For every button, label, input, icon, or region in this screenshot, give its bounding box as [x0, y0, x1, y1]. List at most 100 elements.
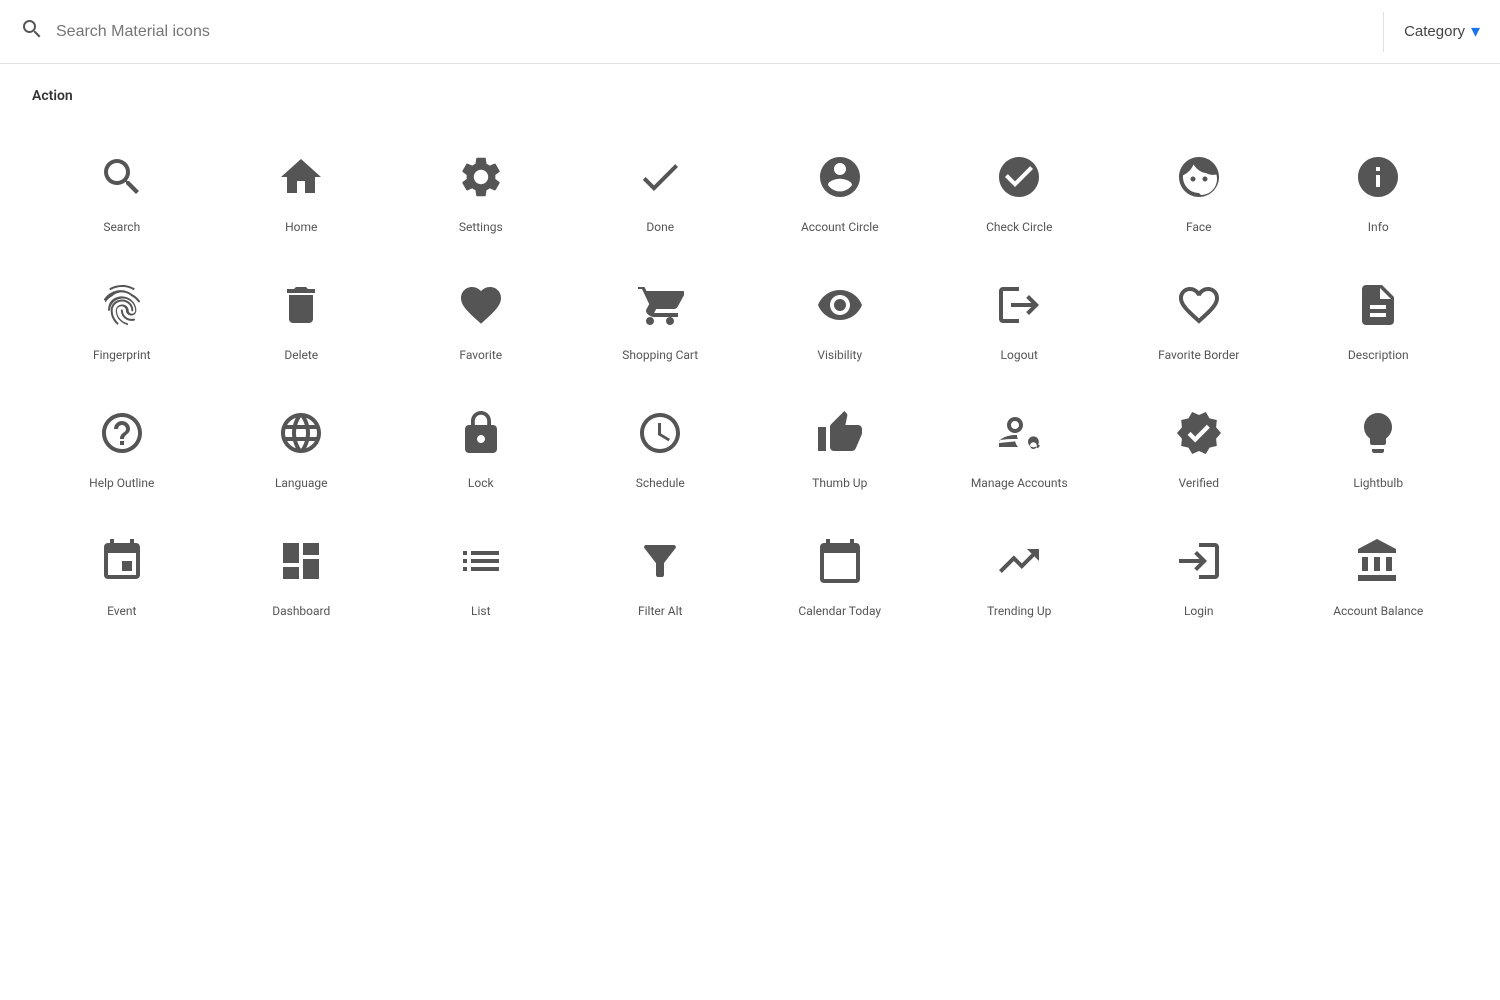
icon-item-logout[interactable]: Logout	[930, 256, 1110, 376]
icon-item-search[interactable]: Search	[32, 128, 212, 248]
icon-item-list[interactable]: List	[391, 512, 571, 632]
icon-label-calendar_today: Calendar Today	[798, 603, 881, 620]
icon-item-visibility[interactable]: Visibility	[750, 256, 930, 376]
icon-item-dashboard[interactable]: Dashboard	[212, 512, 392, 632]
icon-item-account_balance[interactable]: Account Balance	[1289, 512, 1469, 632]
done-icon	[636, 147, 684, 207]
icon-item-calendar_today[interactable]: Calendar Today	[750, 512, 930, 632]
thumb_up-icon	[816, 403, 864, 463]
icon-label-account_balance: Account Balance	[1333, 603, 1423, 620]
icon-item-thumb_up[interactable]: Thumb Up	[750, 384, 930, 504]
icon-label-trending_up: Trending Up	[987, 603, 1051, 620]
icon-label-info: Info	[1368, 219, 1389, 236]
trending_up-icon	[995, 531, 1043, 591]
icon-grid: Search Home Settings Done Account Circle Chec…	[32, 128, 1468, 632]
face-icon	[1175, 147, 1223, 207]
icon-item-delete[interactable]: Delete	[212, 256, 392, 376]
header-divider	[1383, 12, 1384, 52]
shopping_cart-icon	[636, 275, 684, 335]
icon-item-favorite_border[interactable]: Favorite Border	[1109, 256, 1289, 376]
icon-item-event[interactable]: Event	[32, 512, 212, 632]
icon-item-favorite[interactable]: Favorite	[391, 256, 571, 376]
icon-label-login: Login	[1184, 603, 1214, 620]
icon-item-manage_accounts[interactable]: Manage Accounts	[930, 384, 1110, 504]
icon-label-dashboard: Dashboard	[272, 603, 330, 620]
lock-icon	[457, 403, 505, 463]
icon-label-description: Description	[1348, 347, 1409, 364]
icon-item-help_outline[interactable]: Help Outline	[32, 384, 212, 504]
icon-label-lock: Lock	[468, 475, 494, 492]
icon-item-shopping_cart[interactable]: Shopping Cart	[571, 256, 751, 376]
delete-icon	[277, 275, 325, 335]
schedule-icon	[636, 403, 684, 463]
icon-item-description[interactable]: Description	[1289, 256, 1469, 376]
icon-item-login[interactable]: Login	[1109, 512, 1289, 632]
account_balance-icon	[1354, 531, 1402, 591]
calendar_today-icon	[816, 531, 864, 591]
icon-item-language[interactable]: Language	[212, 384, 392, 504]
dashboard-icon	[277, 531, 325, 591]
visibility-icon	[816, 275, 864, 335]
event-icon	[98, 531, 146, 591]
icon-item-done[interactable]: Done	[571, 128, 751, 248]
chevron-down-icon: ▾	[1471, 21, 1480, 42]
icon-label-verified: Verified	[1178, 475, 1219, 492]
icon-label-list: List	[471, 603, 491, 620]
icon-label-event: Event	[107, 603, 136, 620]
icon-label-settings: Settings	[459, 219, 503, 236]
list-icon	[457, 531, 505, 591]
section-title: Action	[32, 88, 1468, 104]
icon-label-help_outline: Help Outline	[89, 475, 154, 492]
icon-item-home[interactable]: Home	[212, 128, 392, 248]
login-icon	[1175, 531, 1223, 591]
icon-label-home: Home	[285, 219, 317, 236]
icon-item-check_circle[interactable]: Check Circle	[930, 128, 1110, 248]
icon-item-trending_up[interactable]: Trending Up	[930, 512, 1110, 632]
icon-label-face: Face	[1186, 219, 1212, 236]
manage_accounts-icon	[995, 403, 1043, 463]
icon-item-fingerprint[interactable]: Fingerprint	[32, 256, 212, 376]
logout-icon	[995, 275, 1043, 335]
icon-label-filter_alt: Filter Alt	[638, 603, 682, 620]
icon-item-info[interactable]: Info	[1289, 128, 1469, 248]
icon-label-logout: Logout	[1001, 347, 1038, 364]
icon-item-verified[interactable]: Verified	[1109, 384, 1289, 504]
icon-item-settings[interactable]: Settings	[391, 128, 571, 248]
icon-item-filter_alt[interactable]: Filter Alt	[571, 512, 751, 632]
icon-label-check_circle: Check Circle	[986, 219, 1052, 236]
icon-item-face[interactable]: Face	[1109, 128, 1289, 248]
icon-label-lightbulb: Lightbulb	[1353, 475, 1403, 492]
fingerprint-icon	[98, 275, 146, 335]
account_circle-icon	[816, 147, 864, 207]
search-icon	[98, 147, 146, 207]
check_circle-icon	[995, 147, 1043, 207]
icon-label-thumb_up: Thumb Up	[812, 475, 867, 492]
favorite-icon	[457, 275, 505, 335]
settings-icon	[457, 147, 505, 207]
description-icon	[1354, 275, 1402, 335]
category-button[interactable]: Category ▾	[1404, 21, 1480, 42]
icon-label-favorite: Favorite	[459, 347, 502, 364]
icon-label-done: Done	[646, 219, 674, 236]
search-input[interactable]	[56, 23, 1363, 41]
icon-label-fingerprint: Fingerprint	[93, 347, 151, 364]
search-icon	[20, 17, 44, 47]
language-icon	[277, 403, 325, 463]
favorite_border-icon	[1175, 275, 1223, 335]
icon-label-delete: Delete	[284, 347, 318, 364]
icon-label-visibility: Visibility	[817, 347, 862, 364]
icon-label-shopping_cart: Shopping Cart	[622, 347, 698, 364]
icon-label-language: Language	[275, 475, 328, 492]
lightbulb-icon	[1354, 403, 1402, 463]
icon-item-lightbulb[interactable]: Lightbulb	[1289, 384, 1469, 504]
icon-item-lock[interactable]: Lock	[391, 384, 571, 504]
filter_alt-icon	[636, 531, 684, 591]
main-content: Action Search Home Settings Done Account Cir…	[0, 64, 1500, 664]
icon-label-search: Search	[103, 219, 140, 236]
category-label: Category	[1404, 23, 1465, 40]
icon-label-account_circle: Account Circle	[801, 219, 879, 236]
help_outline-icon	[98, 403, 146, 463]
icon-item-account_circle[interactable]: Account Circle	[750, 128, 930, 248]
icon-item-schedule[interactable]: Schedule	[571, 384, 751, 504]
icon-label-manage_accounts: Manage Accounts	[971, 475, 1068, 492]
